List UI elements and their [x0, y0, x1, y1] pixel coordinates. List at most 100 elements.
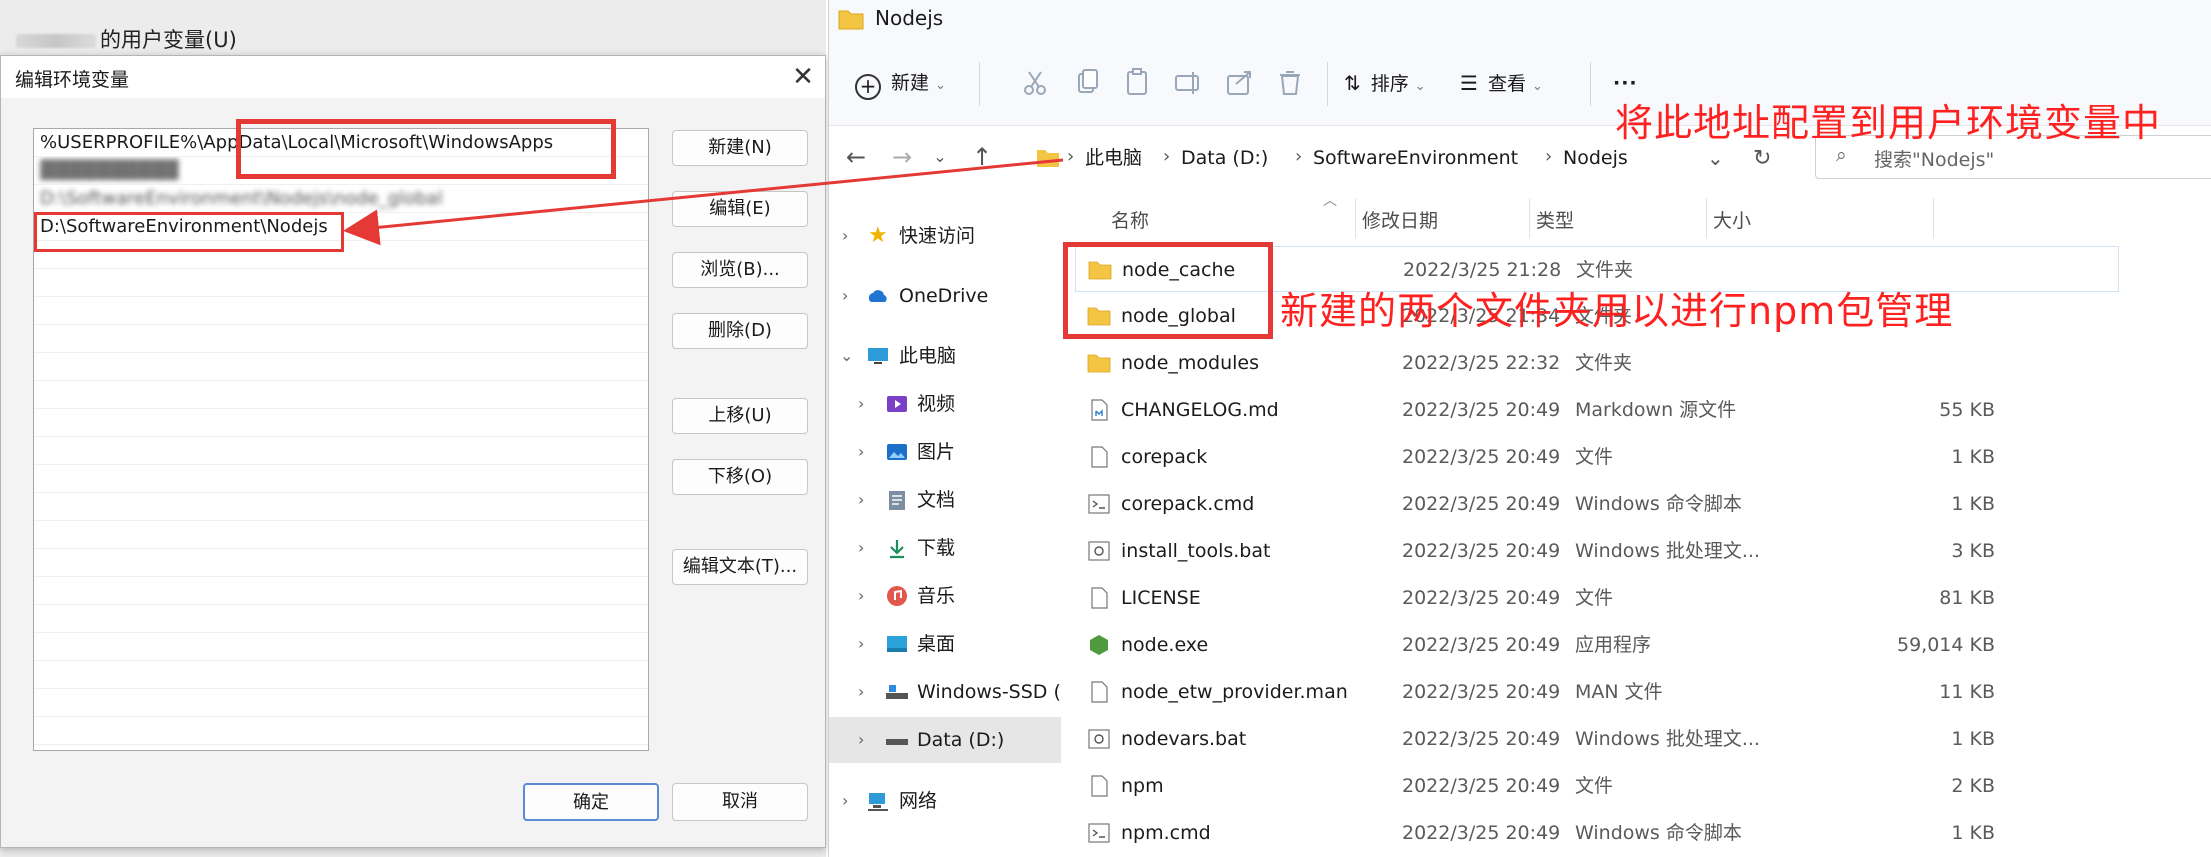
path-row-empty[interactable] — [34, 633, 648, 661]
file-row[interactable]: CHANGELOG.md 2022/3/25 20:49 Markdown 源文… — [1075, 387, 2119, 433]
chevron-right-icon[interactable]: › — [858, 477, 864, 523]
breadcrumb-this-pc[interactable]: 此电脑 — [1085, 146, 1142, 170]
column-header-size[interactable]: 大小 — [1713, 206, 1751, 233]
file-row[interactable]: node.exe 2022/3/25 20:49 应用程序 59,014 KB — [1075, 622, 2119, 668]
file-date: 2022/3/25 20:49 — [1402, 681, 1561, 703]
path-row-empty[interactable] — [34, 717, 648, 745]
file-type: Markdown 源文件 — [1575, 399, 1737, 421]
nav-item-quick-access[interactable]: › ★ 快速访问 — [829, 213, 1061, 259]
column-header-name[interactable]: 名称 — [1111, 206, 1149, 233]
file-row[interactable]: node_modules 2022/3/25 22:32 文件夹 — [1075, 340, 2119, 386]
path-row-empty[interactable] — [34, 689, 648, 717]
nav-item-onedrive[interactable]: › OneDrive — [829, 273, 1061, 319]
nav-item-network[interactable]: › 网络 — [829, 778, 1061, 824]
move-down-button[interactable]: 下移(O) — [672, 459, 808, 495]
chevron-right-icon[interactable]: › — [842, 778, 848, 824]
nav-item-desktop[interactable]: › 桌面 — [829, 621, 1061, 667]
new-menu-button[interactable]: + 新建 ⌄ — [855, 68, 946, 100]
browse-button[interactable]: 浏览(B)... — [672, 252, 808, 288]
nav-label: Windows-SSD (C — [917, 681, 1061, 703]
rename-icon[interactable] — [1169, 64, 1207, 102]
plus-icon: + — [855, 74, 881, 100]
nav-item-pictures[interactable]: › 图片 — [829, 429, 1061, 475]
edit-text-button[interactable]: 编辑文本(T)... — [672, 549, 808, 585]
delete-icon[interactable] — [1271, 64, 1309, 102]
close-icon[interactable]: ✕ — [784, 59, 822, 95]
chevron-right-icon[interactable]: › — [858, 717, 864, 763]
forward-arrow-icon[interactable]: → — [885, 140, 919, 174]
path-row-empty[interactable] — [34, 353, 648, 381]
file-size: 3 KB — [1951, 540, 1995, 562]
path-row-empty[interactable] — [34, 465, 648, 493]
refresh-icon[interactable]: ↻ — [1753, 146, 1771, 171]
path-row-empty[interactable] — [34, 409, 648, 437]
share-icon[interactable] — [1220, 64, 1258, 102]
path-row-empty[interactable] — [34, 493, 648, 521]
column-divider[interactable] — [1706, 198, 1707, 238]
chevron-right-icon[interactable]: › — [858, 381, 864, 427]
nav-item-this-pc[interactable]: ⌄ 此电脑 — [829, 333, 1061, 379]
recent-chevron-icon[interactable]: ⌄ — [923, 140, 957, 174]
breadcrumb-data-drive[interactable]: Data (D:) — [1181, 146, 1268, 170]
path-row-empty[interactable] — [34, 269, 648, 297]
address-history-chevron-icon[interactable]: ⌄ — [1707, 146, 1724, 170]
copy-icon[interactable] — [1067, 64, 1105, 102]
view-menu-button[interactable]: ☰ 查看 ⌄ — [1460, 68, 1543, 98]
path-row[interactable]: D:\SoftwareEnvironment\Nodejs\node_globa… — [34, 185, 648, 213]
path-row-empty[interactable] — [34, 577, 648, 605]
column-header-date[interactable]: 修改日期 — [1362, 206, 1438, 233]
column-divider[interactable] — [1529, 198, 1530, 238]
file-row[interactable]: LICENSE 2022/3/25 20:49 文件 81 KB — [1075, 575, 2119, 621]
ok-button[interactable]: 确定 — [523, 783, 659, 821]
file-row[interactable]: corepack 2022/3/25 20:49 文件 1 KB — [1075, 434, 2119, 480]
chevron-down-icon[interactable]: ⌄ — [840, 333, 853, 379]
file-row[interactable]: install_tools.bat 2022/3/25 20:49 Window… — [1075, 528, 2119, 574]
nav-item-downloads[interactable]: › 下载 — [829, 525, 1061, 571]
chevron-right-icon[interactable]: › — [858, 525, 864, 571]
nav-item-videos[interactable]: › 视频 — [829, 381, 1061, 427]
cut-icon[interactable] — [1016, 64, 1054, 102]
nav-item-windows-ssd[interactable]: › Windows-SSD (C — [829, 669, 1061, 715]
breadcrumb-software-environment[interactable]: SoftwareEnvironment — [1313, 146, 1518, 170]
chevron-right-icon[interactable]: › — [858, 429, 864, 475]
nav-item-music[interactable]: › 音乐 — [829, 573, 1061, 619]
chevron-right-icon[interactable]: › — [842, 213, 848, 259]
file-date: 2022/3/25 22:32 — [1402, 352, 1561, 374]
column-divider[interactable] — [1355, 198, 1356, 238]
new-button[interactable]: 新建(N) — [672, 130, 808, 166]
chevron-right-icon[interactable]: › — [842, 273, 848, 319]
path-row-empty[interactable] — [34, 521, 648, 549]
path-row-empty[interactable] — [34, 325, 648, 353]
path-row-empty[interactable] — [34, 549, 648, 577]
file-name: npm — [1121, 775, 1164, 797]
column-divider[interactable] — [1933, 198, 1934, 238]
path-row-empty[interactable] — [34, 605, 648, 633]
path-row-empty[interactable] — [34, 297, 648, 325]
file-row[interactable]: npm.cmd 2022/3/25 20:49 Windows 命令脚本 1 K… — [1075, 810, 2119, 856]
file-row[interactable]: nodevars.bat 2022/3/25 20:49 Windows 批处理… — [1075, 716, 2119, 762]
chevron-right-icon[interactable]: › — [858, 621, 864, 667]
delete-button[interactable]: 删除(D) — [672, 313, 808, 349]
column-header-type[interactable]: 类型 — [1536, 206, 1574, 233]
paste-icon[interactable] — [1118, 64, 1156, 102]
file-row[interactable]: npm 2022/3/25 20:49 文件 2 KB — [1075, 763, 2119, 809]
desktop-icon — [887, 636, 907, 652]
nav-item-data-drive[interactable]: › Data (D:) — [829, 717, 1061, 763]
path-row-empty[interactable] — [34, 381, 648, 409]
move-up-button[interactable]: 上移(U) — [672, 398, 808, 434]
path-row-empty[interactable] — [34, 437, 648, 465]
edit-button[interactable]: 编辑(E) — [672, 191, 808, 227]
path-row-empty[interactable] — [34, 661, 648, 689]
chevron-right-icon[interactable]: › — [858, 573, 864, 619]
back-arrow-icon[interactable]: ← — [839, 140, 873, 174]
breadcrumb-nodejs[interactable]: Nodejs — [1563, 146, 1628, 170]
file-row[interactable]: node_etw_provider.man 2022/3/25 20:49 MA… — [1075, 669, 2119, 715]
nav-item-documents[interactable]: › 文档 — [829, 477, 1061, 523]
chevron-right-icon[interactable]: › — [858, 669, 864, 715]
cancel-button[interactable]: 取消 — [672, 783, 808, 821]
sort-menu-button[interactable]: ⇅ 排序 ⌄ — [1344, 68, 1426, 98]
file-row[interactable]: corepack.cmd 2022/3/25 20:49 Windows 命令脚… — [1075, 481, 2119, 527]
file-date: 2022/3/25 20:49 — [1402, 399, 1561, 421]
up-arrow-icon[interactable]: ↑ — [965, 140, 999, 174]
file-icon — [1091, 681, 1108, 703]
